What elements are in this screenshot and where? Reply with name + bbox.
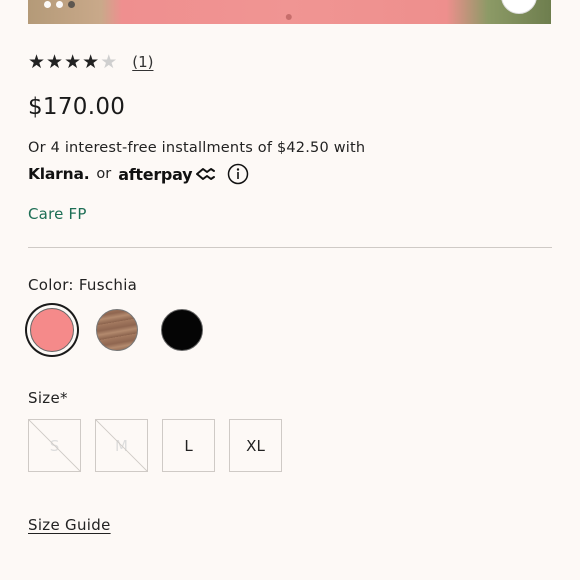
carousel-dots (44, 1, 75, 8)
product-rating: ★ ★ ★ ★ ★ (1) (28, 52, 153, 72)
star-empty-icon: ★ (100, 51, 118, 73)
size-option-label: XL (246, 436, 265, 455)
or-text: or (96, 166, 112, 182)
color-swatch-black[interactable] (161, 309, 203, 351)
color-label: Color: Fuschia (28, 276, 138, 294)
product-price: $170.00 (28, 94, 126, 120)
unavailable-strike-icon (96, 420, 147, 471)
rating-stars: ★ ★ ★ ★ ★ (28, 52, 117, 72)
care-instructions-link[interactable]: Care FP (28, 205, 87, 223)
klarna-logo[interactable]: Klarna. (28, 165, 90, 183)
size-option-label: L (184, 436, 193, 455)
product-image-carousel[interactable] (28, 0, 551, 24)
product-image-detail (285, 14, 292, 20)
carousel-dot[interactable] (56, 1, 63, 8)
size-option-m[interactable]: M (95, 419, 148, 472)
star-filled-icon: ★ (82, 51, 100, 73)
wishlist-button[interactable] (501, 0, 537, 14)
afterpay-arrows-icon (196, 168, 216, 180)
star-filled-icon: ★ (46, 51, 64, 73)
star-filled-icon: ★ (64, 51, 82, 73)
carousel-dot[interactable] (68, 1, 75, 8)
product-detail-page: ★ ★ ★ ★ ★ (1) $170.00 Or 4 interest-free… (0, 0, 580, 580)
carousel-dot[interactable] (44, 1, 51, 8)
installments-text: Or 4 interest-free installments of $42.5… (28, 140, 366, 156)
payment-options: Klarna. or afterpay (28, 161, 249, 187)
size-option-s[interactable]: S (28, 419, 81, 472)
afterpay-logo[interactable]: afterpay (118, 165, 192, 184)
color-swatch-fuschia[interactable] (30, 308, 74, 352)
review-count-link[interactable]: (1) (132, 53, 153, 71)
color-swatch-brown[interactable] (96, 309, 138, 351)
size-label: Size* (28, 389, 68, 407)
star-filled-icon: ★ (28, 51, 46, 73)
unavailable-strike-icon (29, 420, 80, 471)
info-icon[interactable] (227, 163, 249, 185)
size-option-l[interactable]: L (162, 419, 215, 472)
size-option-xl[interactable]: XL (229, 419, 282, 472)
section-divider (28, 247, 552, 248)
size-guide-link[interactable]: Size Guide (28, 516, 111, 534)
